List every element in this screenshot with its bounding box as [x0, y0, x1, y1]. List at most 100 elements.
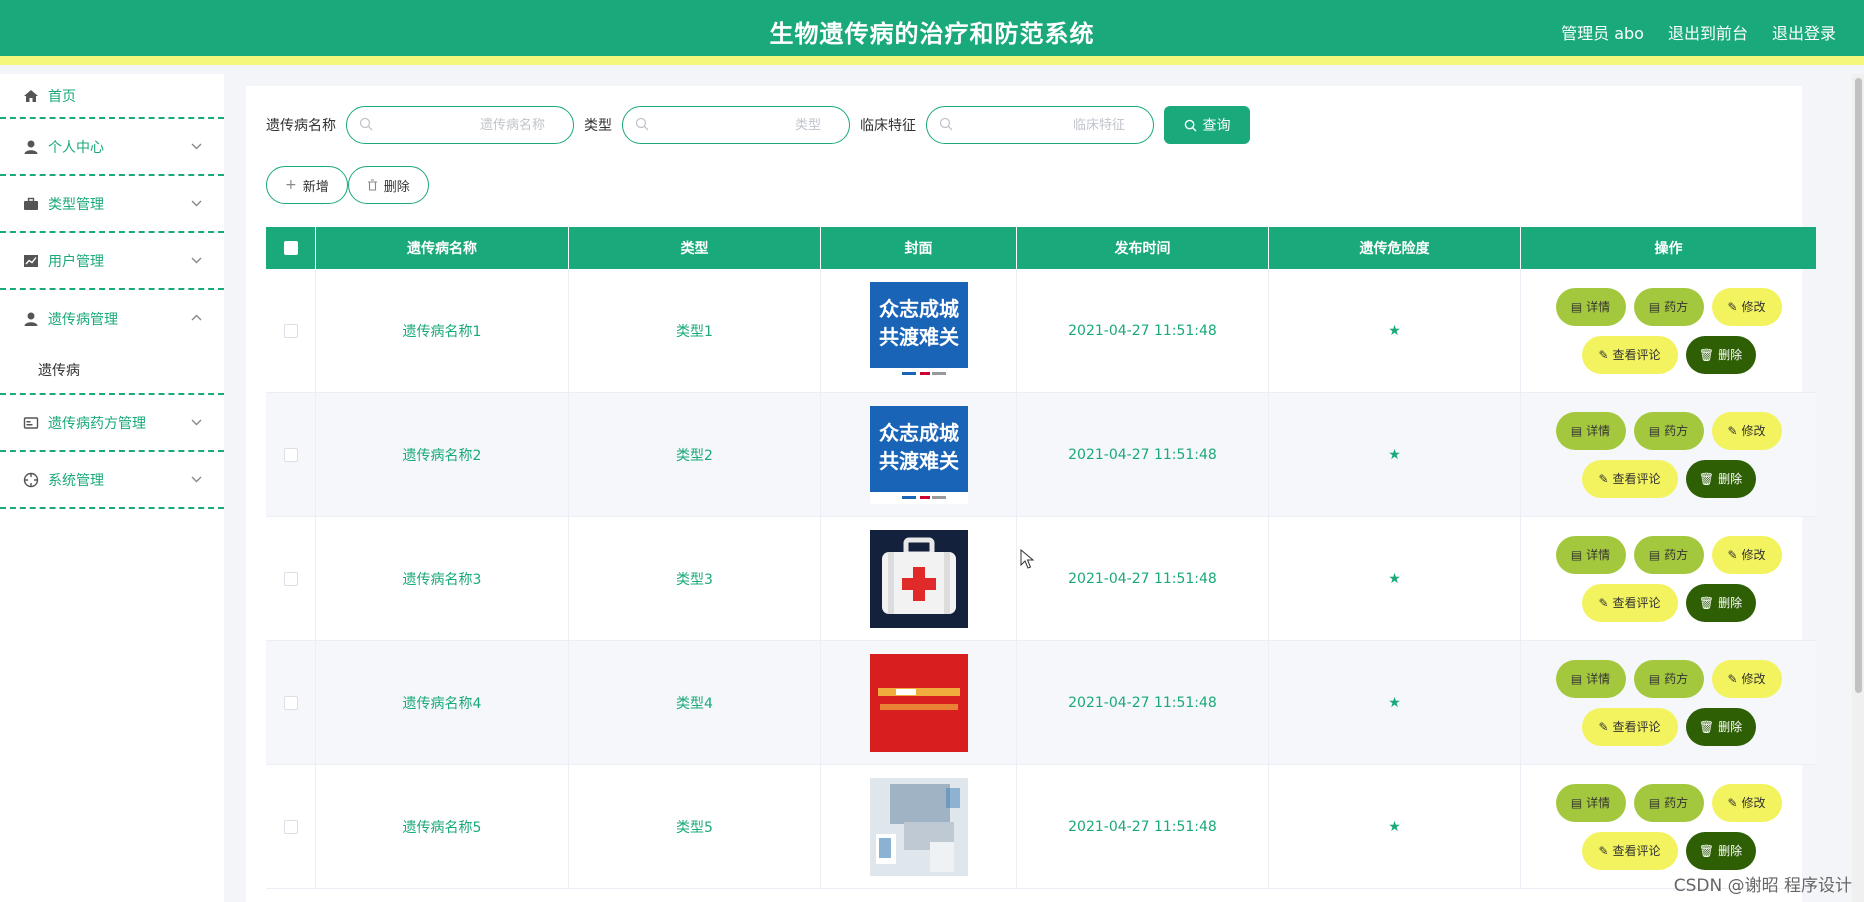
star-icon: ★: [1388, 818, 1401, 835]
view-comments-button-label: 查看评论: [1612, 348, 1661, 362]
star-icon: ★: [1388, 322, 1401, 339]
document-icon: ▤: [1570, 671, 1583, 686]
edit-button[interactable]: ✎ 修改: [1711, 287, 1782, 326]
row-checkbox[interactable]: [283, 571, 298, 586]
detail-button-label: 详情: [1586, 796, 1611, 810]
row-checkbox[interactable]: [283, 447, 298, 462]
select-all-checkbox[interactable]: [283, 241, 298, 255]
recipe-button[interactable]: ▤ 药方: [1633, 411, 1704, 450]
sidebar-item-personal-center[interactable]: 个人中心: [0, 119, 224, 176]
row-select-cell: [266, 765, 316, 888]
sidebar-subitem-genetic-disease[interactable]: 遗传病: [0, 347, 224, 395]
recipe-button[interactable]: ▤ 药方: [1633, 535, 1704, 574]
view-comments-button[interactable]: ✎ 查看评论: [1581, 459, 1678, 498]
pencil-icon: ✎: [1598, 843, 1609, 858]
select-all-cell: [266, 227, 316, 269]
exit-to-frontend-link[interactable]: 退出到前台: [1668, 20, 1748, 44]
scrollbar-thumb[interactable]: [1855, 78, 1862, 693]
header-links: 管理员 abo 退出到前台 退出登录: [1561, 20, 1836, 44]
search-clinical-input[interactable]: [957, 115, 1125, 135]
trash-icon: 🗑: [1698, 595, 1715, 610]
table-row: 遗传病名称5 类型5 2021-04-27 11:51:48 ★ ▤ 详情 ▤ …: [266, 765, 1816, 889]
row-checkbox[interactable]: [283, 819, 298, 834]
edit-button[interactable]: ✎ 修改: [1711, 783, 1782, 822]
row-checkbox[interactable]: [283, 323, 298, 338]
column-header: 类型: [569, 227, 821, 269]
document-icon: ▤: [1570, 795, 1583, 810]
cover-slogan-line-2: 共渡难关: [879, 449, 959, 473]
view-comments-button[interactable]: ✎ 查看评论: [1581, 583, 1678, 622]
plus-icon: +: [285, 177, 297, 193]
column-header: 发布时间: [1017, 227, 1269, 269]
sidebar-item-system-management[interactable]: 系统管理: [0, 452, 224, 509]
recipe-button[interactable]: ▤ 药方: [1633, 659, 1704, 698]
view-comments-button-label: 查看评论: [1612, 720, 1661, 734]
search-name-field[interactable]: [346, 106, 574, 144]
view-comments-button[interactable]: ✎ 查看评论: [1581, 335, 1678, 374]
sidebar-item-user-management[interactable]: 用户管理: [0, 233, 224, 290]
watermark: CSDN @谢昭 程序设计: [1673, 876, 1852, 896]
red-banner-cover-image: [869, 653, 968, 752]
delete-button[interactable]: 🗑 删除: [1685, 707, 1756, 746]
view-comments-button[interactable]: ✎ 查看评论: [1581, 831, 1678, 870]
batch-delete-button[interactable]: 删除: [347, 166, 429, 204]
view-comments-button[interactable]: ✎ 查看评论: [1581, 707, 1678, 746]
main-panel: 遗传病名称 类型 临床特征 查询 + 新增 删除: [246, 86, 1816, 902]
risk-cell: ★: [1269, 393, 1521, 516]
cover-cell: [821, 517, 1017, 640]
publish-time-cell: 2021-04-27 11:51:48: [1017, 765, 1269, 888]
pencil-icon: ✎: [1598, 719, 1609, 734]
admin-user-link[interactable]: 管理员 abo: [1561, 20, 1644, 44]
edit-button[interactable]: ✎ 修改: [1711, 659, 1782, 698]
sidebar-item-genetic-disease-management[interactable]: 遗传病管理: [0, 290, 224, 347]
table-row: 遗传病名称4 类型4 2021-04-27 11:51:48 ★ ▤ 详情 ▤ 药方: [266, 641, 1816, 765]
add-button[interactable]: + 新增: [266, 166, 348, 204]
search-type-field[interactable]: [622, 106, 850, 144]
sidebar-item-label: 遗传病药方管理: [48, 415, 146, 432]
sidebar-item-home[interactable]: 首页: [0, 74, 224, 119]
search-clinical-field[interactable]: [926, 106, 1154, 144]
edit-button[interactable]: ✎ 修改: [1711, 411, 1782, 450]
publish-time-cell: 2021-04-27 11:51:48: [1017, 641, 1269, 764]
delete-button[interactable]: 🗑 删除: [1685, 459, 1756, 498]
delete-button-label: 删除: [1718, 348, 1743, 362]
view-comments-button-label: 查看评论: [1612, 844, 1661, 858]
recipe-button[interactable]: ▤ 药方: [1633, 783, 1704, 822]
detail-button[interactable]: ▤ 详情: [1555, 783, 1626, 822]
delete-button[interactable]: 🗑 删除: [1685, 831, 1756, 870]
column-header: 遗传病名称: [316, 227, 569, 269]
document-icon: ▤: [1648, 423, 1661, 438]
edit-button[interactable]: ✎ 修改: [1711, 535, 1782, 574]
mouse-cursor-icon: [1020, 549, 1034, 569]
cover-cell: [821, 641, 1017, 764]
search-label-name: 遗传病名称: [266, 118, 336, 134]
detail-button[interactable]: ▤ 详情: [1555, 535, 1626, 574]
sidebar-item-type-management[interactable]: 类型管理: [0, 176, 224, 233]
detail-button[interactable]: ▤ 详情: [1555, 411, 1626, 450]
search-name-input[interactable]: [377, 115, 545, 135]
detail-button-label: 详情: [1586, 300, 1611, 314]
delete-button-label: 删除: [1718, 720, 1743, 734]
laptop-photo-cover-image: [869, 777, 968, 876]
delete-button-label: 删除: [1718, 472, 1743, 486]
document-icon: ▤: [1570, 299, 1583, 314]
disease-name-cell: 遗传病名称5: [316, 765, 569, 888]
trash-icon: 🗑: [1698, 843, 1715, 858]
disease-name-cell: 遗传病名称2: [316, 393, 569, 516]
user-icon: [22, 138, 40, 156]
detail-button[interactable]: ▤ 详情: [1555, 287, 1626, 326]
sidebar-item-recipe-management[interactable]: 遗传病药方管理: [0, 395, 224, 452]
risk-cell: ★: [1269, 765, 1521, 888]
star-icon: ★: [1388, 694, 1401, 711]
delete-button[interactable]: 🗑 删除: [1685, 583, 1756, 622]
risk-cell: ★: [1269, 517, 1521, 640]
target-icon: [22, 471, 40, 489]
recipe-button[interactable]: ▤ 药方: [1633, 287, 1704, 326]
logout-link[interactable]: 退出登录: [1772, 20, 1836, 44]
detail-button[interactable]: ▤ 详情: [1555, 659, 1626, 698]
query-button[interactable]: 查询: [1164, 106, 1250, 144]
row-checkbox[interactable]: [283, 695, 298, 710]
sidebar: 首页 个人中心 类型管理 用户管理 遗传病管理 遗传病 遗传病药方管理 系统管理: [0, 74, 224, 902]
delete-button[interactable]: 🗑 删除: [1685, 335, 1756, 374]
search-type-input[interactable]: [653, 115, 821, 135]
